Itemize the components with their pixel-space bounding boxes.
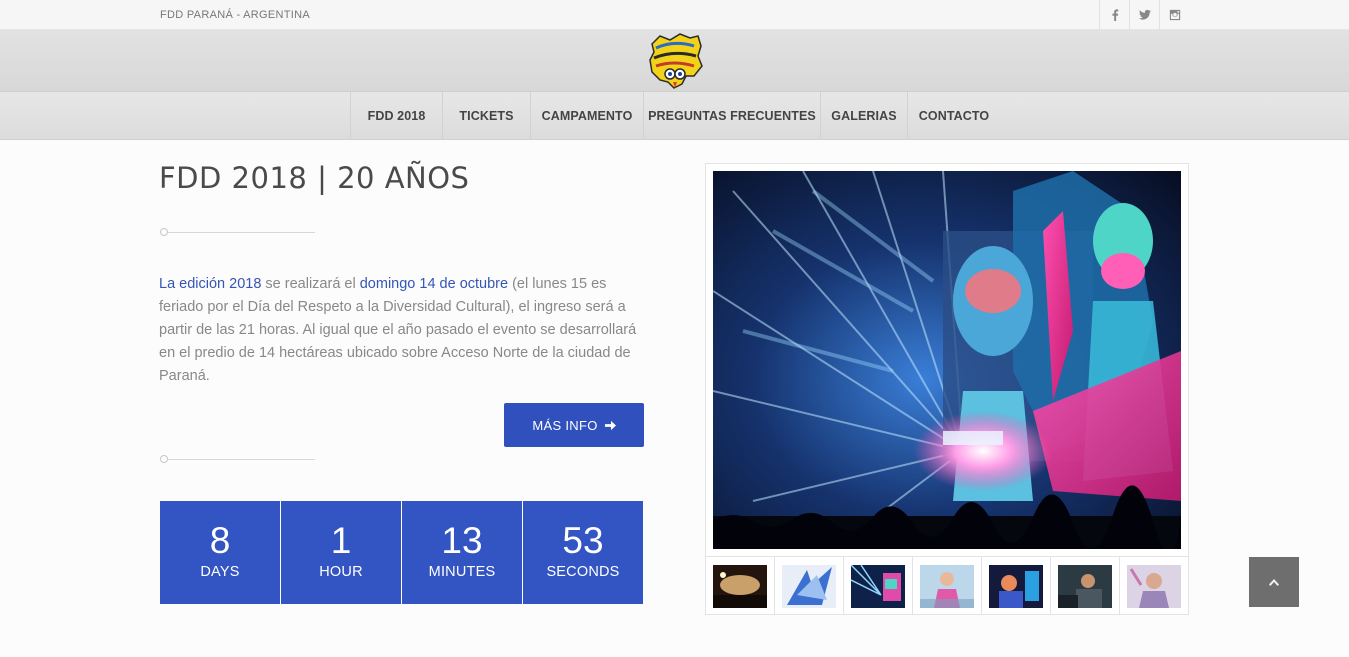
gallery-thumbnails: [706, 556, 1188, 615]
countdown-timer: 8 DAYS 1 HOUR 13 MINUTES 53 SECONDS: [160, 501, 643, 604]
divider-dot: [160, 228, 168, 236]
instagram-icon[interactable]: [1159, 0, 1189, 30]
divider-line: [168, 232, 315, 233]
back-to-top-button[interactable]: [1249, 557, 1299, 607]
gallery-thumbnail[interactable]: [1120, 557, 1188, 615]
gallery-thumbnail[interactable]: [844, 557, 913, 615]
nav-item-fdd-2018[interactable]: FDD 2018: [350, 92, 442, 140]
header: [0, 30, 1349, 92]
divider-line: [168, 459, 315, 460]
site-logo[interactable]: [646, 32, 704, 90]
gallery-thumbnail[interactable]: [913, 557, 982, 615]
countdown-hours: 1 HOUR: [281, 501, 401, 604]
countdown-value: 53: [562, 520, 604, 561]
nav-item-tickets[interactable]: TICKETS: [442, 92, 530, 140]
countdown-seconds: 53 SECONDS: [523, 501, 643, 604]
countdown-days: 8 DAYS: [160, 501, 280, 604]
event-description: La edición 2018 se realizará el domingo …: [159, 273, 644, 388]
arrow-right-icon: [604, 420, 616, 430]
countdown-value: 13: [441, 520, 483, 561]
description-text: se realizará el: [261, 276, 360, 292]
divider: [160, 228, 315, 237]
countdown-label: SECONDS: [546, 564, 620, 580]
date-link[interactable]: domingo 14 de octubre: [360, 276, 508, 292]
countdown-label: HOUR: [319, 564, 363, 580]
nav-item-contacto[interactable]: CONTACTO: [907, 92, 1000, 140]
top-bar: FDD PARANÁ - ARGENTINA: [0, 0, 1349, 30]
divider: [160, 455, 315, 464]
more-info-button[interactable]: MÁS INFO: [504, 403, 644, 447]
description-text: (el lunes 15 es feriado por el Día del R…: [159, 276, 637, 384]
countdown-label: MINUTES: [428, 564, 496, 580]
edition-link[interactable]: La edición 2018: [159, 276, 261, 292]
twitter-icon[interactable]: [1129, 0, 1159, 30]
photo-gallery: [705, 163, 1189, 615]
gallery-thumbnail[interactable]: [706, 557, 775, 615]
main-nav: FDD 2018 TICKETS CAMPAMENTO PREGUNTAS FR…: [0, 92, 1349, 140]
nav-item-campamento[interactable]: CAMPAMENTO: [530, 92, 643, 140]
countdown-label: DAYS: [200, 564, 240, 580]
gallery-thumbnail[interactable]: [1051, 557, 1120, 615]
page-title: FDD 2018 | 20 AÑOS: [159, 161, 470, 195]
nav-item-preguntas-frecuentes[interactable]: PREGUNTAS FRECUENTES: [643, 92, 820, 140]
social-links: [1099, 0, 1189, 30]
more-info-label: MÁS INFO: [532, 417, 598, 433]
site-name: FDD PARANÁ - ARGENTINA: [160, 9, 311, 21]
countdown-minutes: 13 MINUTES: [402, 501, 522, 604]
gallery-thumbnail[interactable]: [775, 557, 844, 615]
countdown-value: 8: [209, 520, 231, 561]
countdown-value: 1: [330, 520, 352, 561]
nav-items: FDD 2018 TICKETS CAMPAMENTO PREGUNTAS FR…: [350, 92, 1000, 140]
nav-item-galerias[interactable]: GALERIAS: [820, 92, 907, 140]
divider-dot: [160, 455, 168, 463]
gallery-thumbnail[interactable]: [982, 557, 1051, 615]
facebook-icon[interactable]: [1099, 0, 1129, 30]
gallery-main-image[interactable]: [713, 171, 1181, 549]
chevron-up-icon: [1269, 578, 1279, 586]
